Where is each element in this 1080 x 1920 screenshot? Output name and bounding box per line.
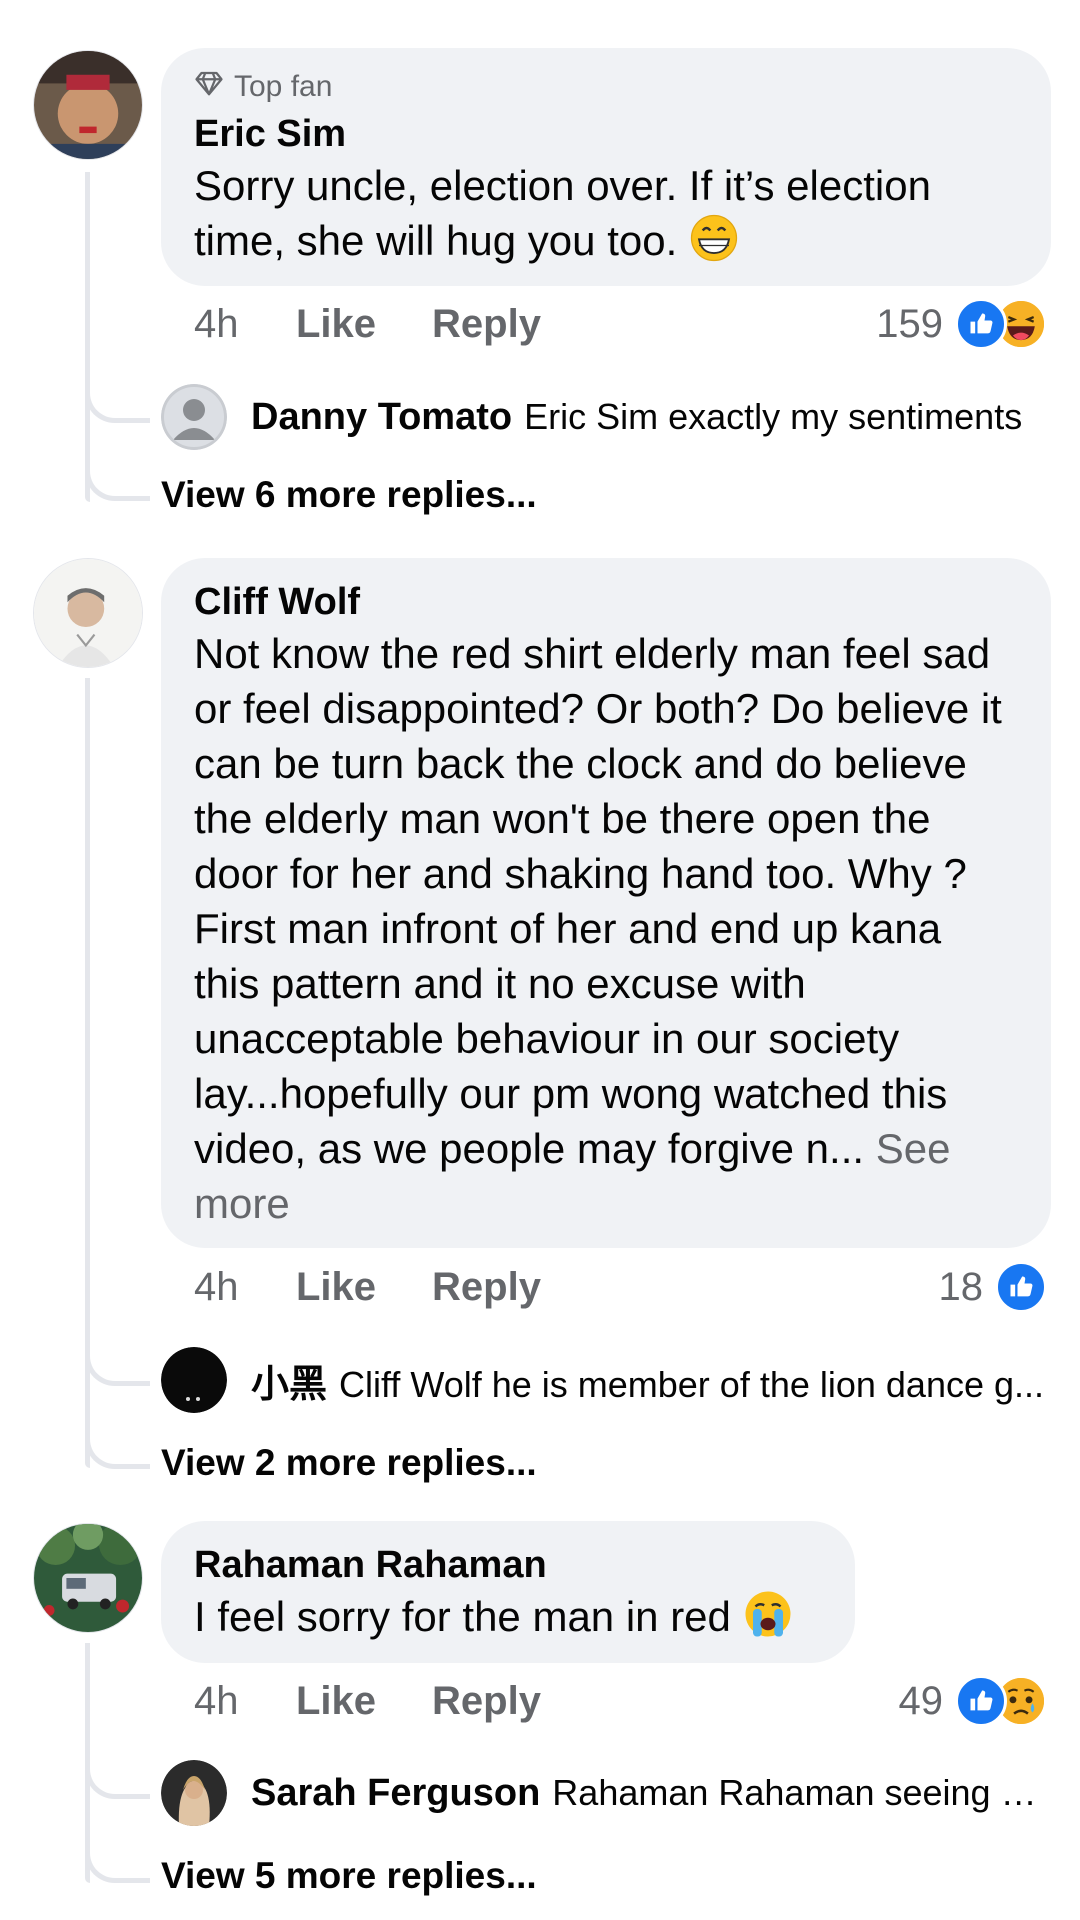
like-button[interactable]: Like <box>296 1265 376 1310</box>
reply-author[interactable]: 小黑 <box>251 1364 327 1406</box>
comment-text: Not know the red shirt elderly man feel … <box>194 630 1002 1227</box>
reply-text: Rahaman Rahaman seeing his... <box>552 1771 1047 1813</box>
reply-connector <box>85 1760 150 1799</box>
reply-preview[interactable]: Danny Tomato Eric Sim exactly my sentimen… <box>161 384 1047 450</box>
reply-text: Eric Sim exactly my sentiments <box>524 395 1023 437</box>
reply-body: Danny Tomato Eric Sim exactly my sentimen… <box>251 396 1022 439</box>
reply-button[interactable]: Reply <box>432 302 541 347</box>
comment-bubble[interactable]: Rahaman Rahaman I feel sorry for the man… <box>161 1521 855 1663</box>
reaction-summary[interactable]: 159 <box>876 298 1047 350</box>
reaction-count: 159 <box>876 301 943 346</box>
comment-author[interactable]: Rahaman Rahaman <box>194 1541 822 1589</box>
comment-actions: 4h Like Reply <box>194 1679 597 1724</box>
crying-emoji-icon <box>743 1589 793 1639</box>
like-icon <box>955 1675 1007 1727</box>
grin-emoji-icon <box>689 213 739 263</box>
comment-author[interactable]: Cliff Wolf <box>194 578 1018 626</box>
reply-author[interactable]: Danny Tomato <box>251 396 512 438</box>
reaction-count: 18 <box>938 1264 984 1309</box>
thread-line <box>85 172 90 502</box>
view-more-connector <box>85 1430 150 1469</box>
avatar[interactable] <box>33 1523 143 1633</box>
reply-text: Cliff Wolf he is member of the lion danc… <box>339 1363 1045 1405</box>
reaction-summary[interactable]: 18 <box>938 1261 1047 1313</box>
diamond-icon <box>194 68 224 106</box>
avatar[interactable] <box>161 384 227 450</box>
comment-bubble[interactable]: Cliff Wolf Not know the red shirt elderl… <box>161 558 1051 1248</box>
like-button[interactable]: Like <box>296 302 376 347</box>
reply-body: Sarah Ferguson Rahaman Rahaman seeing his… <box>251 1772 1047 1815</box>
comment-time: 4h <box>194 302 239 346</box>
like-button[interactable]: Like <box>296 1679 376 1724</box>
reaction-summary[interactable]: 49 <box>898 1675 1047 1727</box>
comment-text: I feel sorry for the man in red <box>194 1589 822 1644</box>
comment-actions: 4h Like Reply <box>194 1265 597 1310</box>
avatar[interactable] <box>161 1347 227 1413</box>
view-more-connector <box>85 462 150 501</box>
view-more-connector <box>85 1844 150 1883</box>
avatar[interactable] <box>33 558 143 668</box>
reply-connector <box>85 1347 150 1386</box>
badge-label: Top fan <box>234 70 333 103</box>
reply-button[interactable]: Reply <box>432 1679 541 1724</box>
reaction-count: 49 <box>898 1678 944 1723</box>
view-more-replies-link[interactable]: View 6 more replies... <box>161 474 537 516</box>
view-more-replies-link[interactable]: View 2 more replies... <box>161 1442 537 1484</box>
reply-preview[interactable]: Sarah Ferguson Rahaman Rahaman seeing his… <box>161 1760 1047 1826</box>
reply-connector <box>85 384 150 423</box>
like-icon <box>995 1261 1047 1313</box>
reply-preview[interactable]: 小黑 Cliff Wolf he is member of the lion da… <box>161 1347 1047 1413</box>
reply-button[interactable]: Reply <box>432 1265 541 1310</box>
view-more-replies-link[interactable]: View 5 more replies... <box>161 1855 537 1897</box>
avatar[interactable] <box>161 1760 227 1826</box>
reply-body: 小黑 Cliff Wolf he is member of the lion da… <box>251 1353 1044 1408</box>
avatar[interactable] <box>33 50 143 160</box>
comment-time: 4h <box>194 1265 239 1309</box>
like-icon <box>955 298 1007 350</box>
comment-actions: 4h Like Reply <box>194 302 597 347</box>
top-fan-badge: Top fan <box>194 68 1018 106</box>
comment-author[interactable]: Eric Sim <box>194 110 1018 158</box>
comment-text: Sorry uncle, election over. If it’s elec… <box>194 162 931 264</box>
comment-bubble[interactable]: Top fan Eric Sim Sorry uncle, election o… <box>161 48 1051 286</box>
comment-time: 4h <box>194 1679 239 1723</box>
reply-author[interactable]: Sarah Ferguson <box>251 1772 540 1814</box>
